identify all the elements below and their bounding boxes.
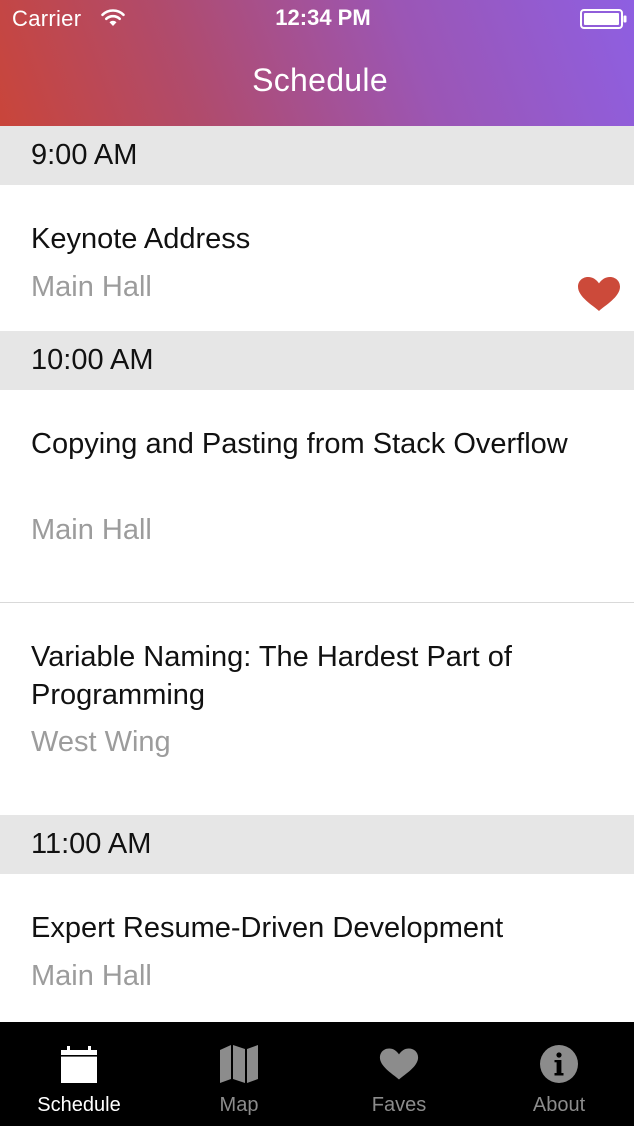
section-header-time: 9:00 AM xyxy=(0,126,634,185)
map-icon xyxy=(219,1044,259,1084)
session-title: Variable Naming: The Hardest Part of Pro… xyxy=(31,641,512,711)
schedule-list[interactable]: 9:00 AM Keynote Address Main Hall 10:00 … xyxy=(0,126,634,1022)
status-bar: Carrier 12:34 PM xyxy=(0,0,634,40)
tab-label: Faves xyxy=(371,1094,427,1116)
session-location: West Wing xyxy=(31,726,171,758)
session-row[interactable]: Copying and Pasting from Stack Overflow … xyxy=(0,390,634,602)
session-location: Main Hall xyxy=(31,514,152,546)
session-row[interactable]: Expert Resume-Driven Development Main Ha… xyxy=(0,874,634,1022)
favorite-heart-icon[interactable] xyxy=(577,276,621,312)
tab-schedule[interactable]: Schedule xyxy=(0,1022,158,1126)
session-row[interactable]: Keynote Address Main Hall xyxy=(0,185,634,331)
tab-map[interactable]: Map xyxy=(160,1022,318,1126)
page-title: Schedule xyxy=(252,62,388,98)
tab-bar: Schedule Map Faves About xyxy=(0,1022,634,1126)
section-time-label: 9:00 AM xyxy=(31,139,138,171)
section-header-time: 10:00 AM xyxy=(0,331,634,390)
session-row[interactable]: Variable Naming: The Hardest Part of Pro… xyxy=(0,603,634,815)
tab-label: Schedule xyxy=(37,1094,121,1116)
session-title: Copying and Pasting from Stack Overflow xyxy=(31,428,568,460)
section-time-label: 10:00 AM xyxy=(31,344,154,376)
session-location: Main Hall xyxy=(31,960,152,992)
heart-icon xyxy=(379,1044,419,1084)
battery-icon xyxy=(580,9,628,29)
session-location: Main Hall xyxy=(31,271,152,303)
navigation-header: Carrier 12:34 PM Schedule xyxy=(0,0,634,126)
tab-label: Map xyxy=(219,1094,259,1116)
tab-label: About xyxy=(532,1094,586,1116)
tab-faves[interactable]: Faves xyxy=(320,1022,478,1126)
section-time-label: 11:00 AM xyxy=(31,828,152,860)
section-header-time: 11:00 AM xyxy=(0,815,634,874)
session-title: Expert Resume-Driven Development xyxy=(31,912,504,944)
calendar-icon xyxy=(59,1044,99,1084)
status-time: 12:34 PM xyxy=(275,5,371,30)
info-icon xyxy=(539,1044,579,1084)
tab-about[interactable]: About xyxy=(480,1022,634,1126)
session-title: Keynote Address xyxy=(31,223,251,255)
